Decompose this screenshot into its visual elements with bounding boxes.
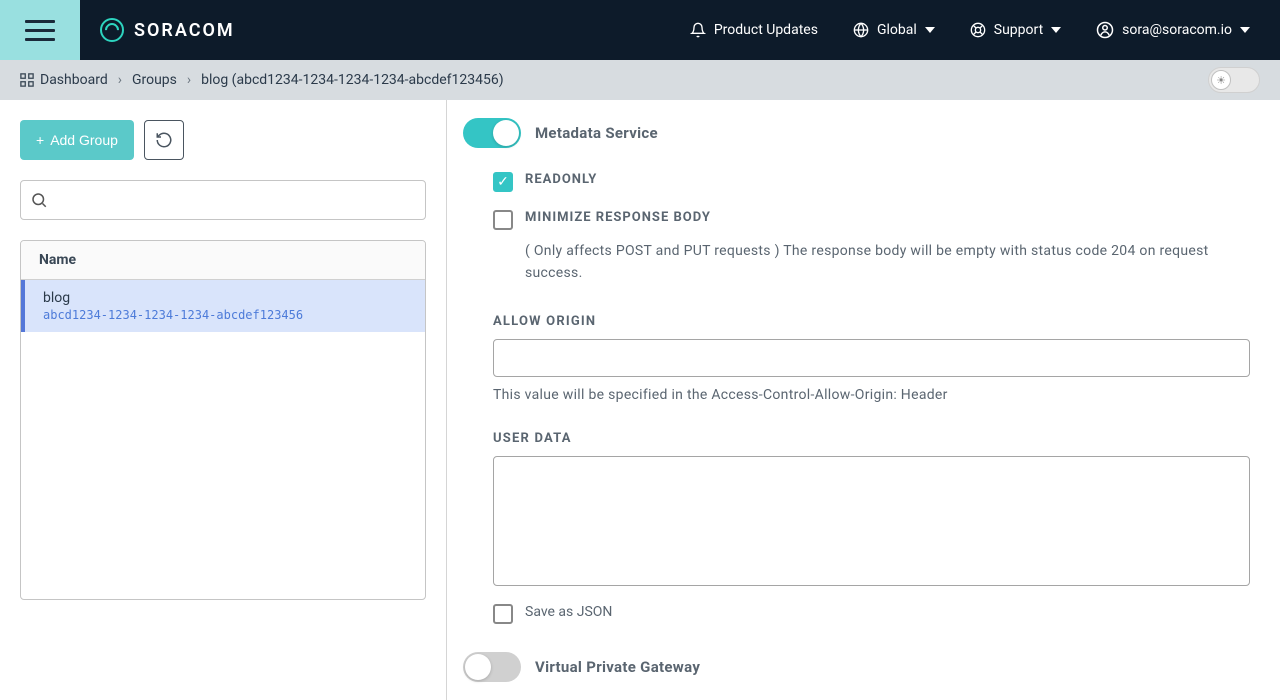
metadata-toggle-row: Metadata Service xyxy=(463,118,1250,148)
vpg-toggle[interactable] xyxy=(463,652,521,682)
breadcrumb-dashboard-label: Dashboard xyxy=(40,72,108,88)
chevron-down-icon xyxy=(1240,27,1250,33)
chevron-down-icon xyxy=(925,27,935,33)
topbar-right: Product Updates Global Support sora@sora… xyxy=(690,21,1280,39)
add-group-label: Add Group xyxy=(50,132,118,148)
allow-origin-label: ALLOW ORIGIN xyxy=(493,314,1250,329)
vpg-label: Virtual Private Gateway xyxy=(535,658,700,676)
menu-button[interactable] xyxy=(0,0,80,60)
minimize-help-block: ( Only affects POST and PUT requests ) T… xyxy=(493,240,1250,284)
bell-icon xyxy=(690,22,706,38)
refresh-button[interactable] xyxy=(144,120,184,160)
region-dropdown[interactable]: Global xyxy=(853,22,935,38)
content-panel: Metadata Service ✓ READONLY MINIMIZE RES… xyxy=(447,100,1280,700)
breadcrumb: Dashboard › Groups › blog (abcd1234-1234… xyxy=(0,60,1280,100)
search-input[interactable] xyxy=(20,180,426,220)
user-data-textarea[interactable] xyxy=(493,456,1250,586)
save-json-label: Save as JSON xyxy=(525,604,612,620)
breadcrumb-dashboard[interactable]: Dashboard xyxy=(20,72,108,88)
group-id: abcd1234-1234-1234-1234-abcdef123456 xyxy=(43,308,407,322)
group-name: blog xyxy=(43,290,407,306)
top-bar: SORACOM Product Updates Global Support s… xyxy=(0,0,1280,60)
save-json-row: Save as JSON xyxy=(493,604,1250,624)
lifebuoy-icon xyxy=(970,22,986,38)
minimize-row: MINIMIZE RESPONSE BODY xyxy=(493,210,1250,230)
minimize-help-text: ( Only affects POST and PUT requests ) T… xyxy=(525,243,1209,281)
allow-origin-help: This value will be specified in the Acce… xyxy=(493,387,1250,403)
vpg-toggle-row: Virtual Private Gateway xyxy=(463,652,1250,682)
breadcrumb-current: blog (abcd1234-1234-1234-1234-abcdef1234… xyxy=(201,72,504,88)
user-dropdown[interactable]: sora@soracom.io xyxy=(1096,21,1250,39)
group-row[interactable]: blog abcd1234-1234-1234-1234-abcdef12345… xyxy=(21,280,425,332)
chevron-down-icon xyxy=(1051,27,1061,33)
chevron-right-icon: › xyxy=(187,72,191,88)
breadcrumb-groups-label: Groups xyxy=(132,72,177,88)
search-wrap xyxy=(20,180,426,220)
breadcrumb-groups[interactable]: Groups xyxy=(132,72,177,88)
user-label: sora@soracom.io xyxy=(1122,22,1232,38)
sidebar: + Add Group Name blog abcd1234-1234-1234… xyxy=(0,100,447,700)
brand-text: SORACOM xyxy=(134,20,235,41)
metadata-service-label: Metadata Service xyxy=(535,124,658,142)
allow-origin-input[interactable] xyxy=(493,339,1250,377)
soracom-logo-icon xyxy=(100,18,124,42)
user-icon xyxy=(1096,21,1114,39)
search-icon xyxy=(30,191,48,209)
brand-logo[interactable]: SORACOM xyxy=(80,18,235,42)
add-group-button[interactable]: + Add Group xyxy=(20,120,134,160)
sun-icon: ☀ xyxy=(1211,70,1231,90)
plus-icon: + xyxy=(36,132,44,148)
dashboard-icon xyxy=(20,73,34,87)
product-updates-label: Product Updates xyxy=(714,22,818,38)
readonly-label: READONLY xyxy=(525,172,597,187)
support-label: Support xyxy=(994,22,1043,38)
user-data-label: USER DATA xyxy=(493,431,1250,446)
hamburger-icon xyxy=(25,20,55,41)
readonly-row: ✓ READONLY xyxy=(493,172,1250,192)
save-json-checkbox[interactable] xyxy=(493,604,513,624)
readonly-checkbox[interactable]: ✓ xyxy=(493,172,513,192)
metadata-section: ✓ READONLY MINIMIZE RESPONSE BODY ( Only… xyxy=(463,172,1250,624)
main-area: + Add Group Name blog abcd1234-1234-1234… xyxy=(0,100,1280,700)
minimize-label: MINIMIZE RESPONSE BODY xyxy=(525,210,711,225)
support-dropdown[interactable]: Support xyxy=(970,22,1061,38)
group-list-header: Name xyxy=(21,241,425,280)
product-updates-link[interactable]: Product Updates xyxy=(690,22,818,38)
group-list: Name blog abcd1234-1234-1234-1234-abcdef… xyxy=(20,240,426,600)
metadata-service-toggle[interactable] xyxy=(463,118,521,148)
refresh-icon xyxy=(155,131,173,149)
chevron-right-icon: › xyxy=(118,72,122,88)
breadcrumb-current-label: blog (abcd1234-1234-1234-1234-abcdef1234… xyxy=(201,72,504,88)
region-label: Global xyxy=(877,22,917,38)
globe-icon xyxy=(853,22,869,38)
sidebar-actions: + Add Group xyxy=(20,120,426,160)
theme-toggle[interactable]: ☀ xyxy=(1208,67,1260,93)
minimize-checkbox[interactable] xyxy=(493,210,513,230)
